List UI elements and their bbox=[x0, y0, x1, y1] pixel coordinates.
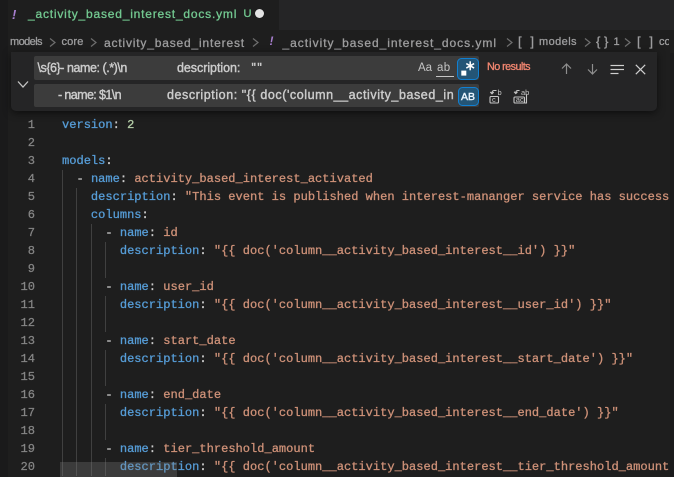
svg-text:ac: ac bbox=[516, 95, 524, 104]
svg-text:c: c bbox=[492, 95, 496, 104]
svg-text:b: b bbox=[498, 88, 502, 97]
